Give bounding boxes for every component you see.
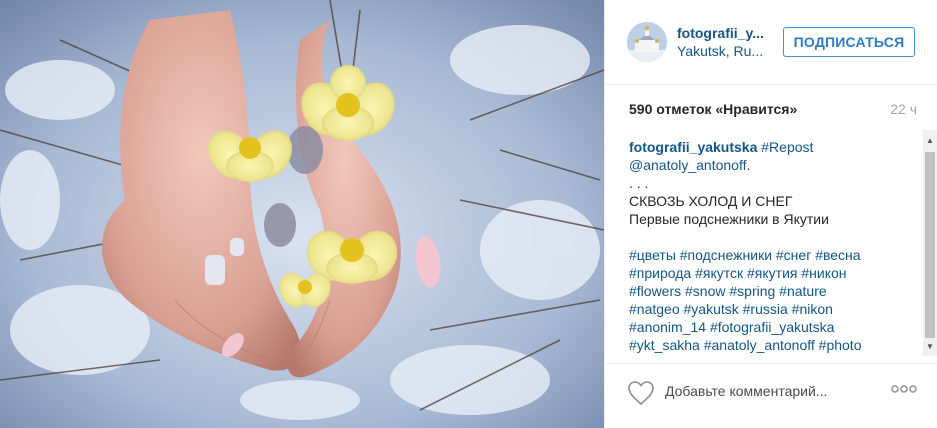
hashtag-line[interactable]: #цветы #подснежники #снег #весна xyxy=(629,246,919,264)
comment-input[interactable] xyxy=(665,380,875,402)
scroll-up-arrow-icon[interactable]: ▲ xyxy=(925,136,935,146)
photo-image xyxy=(0,0,604,428)
post-time[interactable]: 22 ч xyxy=(890,101,917,117)
repost-hashtag[interactable]: #Repost xyxy=(761,139,813,155)
comment-footer xyxy=(605,363,937,428)
hashtag-line[interactable]: #flowers #snow #spring #nature xyxy=(629,282,919,300)
scroll-thumb[interactable] xyxy=(925,152,935,338)
post-photo[interactable] xyxy=(0,0,604,428)
caption-subtitle: Первые подснежники в Якутии xyxy=(629,211,829,227)
caption-line-2: @anatoly_antonoff. xyxy=(629,156,919,174)
church-avatar[interactable] xyxy=(627,22,667,62)
post-header: fotografii_y... Yakutsk, Ru... ПОДПИСАТЬ… xyxy=(605,0,937,85)
avatar-image xyxy=(627,22,667,62)
mention-suffix: . xyxy=(746,157,751,173)
username-link[interactable]: fotografii_y... xyxy=(677,25,769,41)
mention-link[interactable]: @anatoly_antonoff xyxy=(629,157,747,173)
caption-block: fotografii_yakutska #Repost @anatoly_ant… xyxy=(629,138,919,356)
caption-dots: . . . xyxy=(629,175,649,191)
caption-title: СКВОЗЬ ХОЛОД И СНЕГ xyxy=(629,193,793,209)
hashtag-line[interactable]: #anonim_14 #fotografii_yakutska xyxy=(629,318,919,336)
likes-count[interactable]: 590 отметок «Нравится» xyxy=(629,101,797,117)
caption-author-link[interactable]: fotografii_yakutska xyxy=(629,139,757,155)
location-link[interactable]: Yakutsk, Ru... xyxy=(677,43,769,59)
hashtag-line[interactable]: #природа #якутск #якутия #никон xyxy=(629,264,919,282)
scroll-down-arrow-icon[interactable]: ▼ xyxy=(925,342,935,352)
hashtag-line[interactable]: #natgeo #yakutsk #russia #nikon xyxy=(629,300,919,318)
post-stats: 590 отметок «Нравится» 22 ч xyxy=(629,101,917,119)
hashtag-line[interactable]: #ykt_sakha #anatoly_antonoff #photo xyxy=(629,336,919,354)
follow-button[interactable]: ПОДПИСАТЬСЯ xyxy=(783,27,915,57)
post-sidebar: fotografii_y... Yakutsk, Ru... ПОДПИСАТЬ… xyxy=(604,0,937,428)
heart-icon[interactable] xyxy=(627,380,655,406)
more-options-icon[interactable] xyxy=(891,382,917,396)
caption-line-1: fotografii_yakutska #Repost xyxy=(629,138,919,156)
